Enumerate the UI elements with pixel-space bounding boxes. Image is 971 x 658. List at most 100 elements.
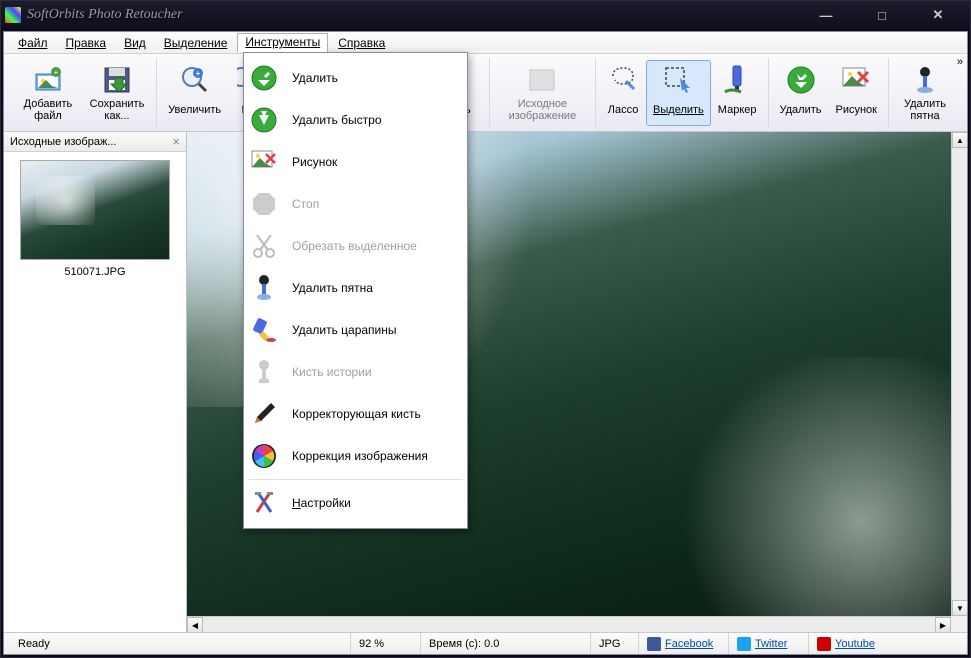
- twitter-icon: [737, 637, 751, 651]
- sidebar-tab[interactable]: Исходные изображ... ×: [4, 132, 186, 152]
- marker-icon: [721, 64, 753, 96]
- menu-edit[interactable]: Правка: [58, 34, 115, 52]
- save-as-button[interactable]: Сохранить как...: [82, 60, 152, 126]
- scroll-track[interactable]: [203, 617, 935, 632]
- settings-icon: [248, 487, 280, 519]
- original-button: Исходное изображение: [494, 60, 591, 126]
- youtube-link[interactable]: Youtube: [808, 633, 894, 654]
- vertical-scrollbar[interactable]: ▲ ▼: [951, 132, 967, 616]
- status-zoom: 92 %: [350, 633, 420, 654]
- original-label: Исходное изображение: [501, 98, 584, 122]
- zoom-icon: +: [179, 64, 211, 96]
- svg-text:+: +: [195, 69, 200, 78]
- zoom-label: Увеличить: [168, 98, 221, 122]
- scroll-corner: [951, 616, 967, 632]
- toolbar-overflow-icon[interactable]: »: [957, 56, 963, 68]
- titlebar[interactable]: SoftOrbits Photo Retoucher — □ ✕: [1, 1, 970, 29]
- statusbar: Ready 92 % Время (с): 0.0 JPG Facebook T…: [4, 632, 967, 654]
- menu-selection[interactable]: Выделение: [156, 34, 236, 52]
- scroll-left-icon[interactable]: ◀: [187, 617, 203, 632]
- close-button[interactable]: ✕: [918, 6, 958, 24]
- select-label: Выделить: [653, 98, 704, 122]
- picture-icon: [248, 146, 280, 178]
- lasso-button[interactable]: Лассо: [600, 60, 646, 126]
- spots-icon: [248, 272, 280, 304]
- status-format: JPG: [590, 633, 638, 654]
- remove-button[interactable]: Удалить: [773, 60, 829, 126]
- thumbnail-image: [20, 160, 170, 260]
- dropdown-history-brush: Кисть истории: [244, 351, 467, 393]
- scroll-down-icon[interactable]: ▼: [952, 600, 967, 616]
- minimize-button[interactable]: —: [806, 6, 846, 24]
- thumbnail-item[interactable]: 510071.JPG: [18, 160, 172, 278]
- menu-file[interactable]: Файл: [10, 34, 56, 52]
- add-file-button[interactable]: + Добавить файл: [14, 60, 82, 126]
- remove-icon: [785, 64, 817, 96]
- marker-button[interactable]: Маркер: [711, 60, 764, 126]
- color-wheel-icon: [248, 440, 280, 472]
- menu-view[interactable]: Вид: [116, 34, 154, 52]
- status-ready: Ready: [10, 633, 350, 654]
- picture-icon: [840, 64, 872, 96]
- lasso-icon: [607, 64, 639, 96]
- dropdown-remove-fast[interactable]: Удалить быстро: [244, 99, 467, 141]
- app-icon: [5, 7, 21, 23]
- status-time: Время (с): 0.0: [420, 633, 590, 654]
- save-as-label: Сохранить как...: [89, 98, 145, 122]
- add-file-icon: +: [32, 64, 64, 96]
- remove-spots-label: Удалить пятна: [900, 98, 950, 122]
- tools-dropdown: Удалить Удалить быстро Рисунок Стоп Обре…: [243, 52, 468, 529]
- dropdown-remove-scratches[interactable]: Удалить царапины: [244, 309, 467, 351]
- marker-label: Маркер: [718, 98, 757, 122]
- dropdown-image-correction[interactable]: Коррекция изображения: [244, 435, 467, 477]
- facebook-icon: [647, 637, 661, 651]
- zoom-button[interactable]: + Увеличить: [161, 60, 228, 126]
- menubar: Файл Правка Вид Выделение Инструменты Сп…: [4, 32, 967, 54]
- sidebar-body: 510071.JPG: [4, 152, 186, 632]
- remove-spots-icon: [909, 64, 941, 96]
- dropdown-separator: [248, 479, 463, 480]
- original-icon: [526, 64, 558, 96]
- toolbar: + Добавить файл Сохранить как... + Увели…: [4, 54, 967, 132]
- dropdown-remove[interactable]: Удалить: [244, 57, 467, 99]
- dropdown-settings[interactable]: ННастройкиастройки: [244, 482, 467, 524]
- sidebar-tab-close-icon[interactable]: ×: [172, 135, 180, 148]
- remove-icon: [248, 62, 280, 94]
- dropdown-picture[interactable]: Рисунок: [244, 141, 467, 183]
- select-icon: [662, 64, 694, 96]
- dropdown-stop: Стоп: [244, 183, 467, 225]
- menu-help[interactable]: Справка: [330, 34, 393, 52]
- window-controls: — □ ✕: [806, 6, 958, 24]
- app-window: SoftOrbits Photo Retoucher — □ ✕ Файл Пр…: [0, 0, 971, 658]
- window-title: SoftOrbits Photo Retoucher: [27, 7, 806, 23]
- scroll-track[interactable]: [952, 148, 967, 600]
- workspace: Исходные изображ... × 510071.JPG ▲ ▼: [4, 132, 967, 632]
- youtube-icon: [817, 637, 831, 651]
- app-body: Файл Правка Вид Выделение Инструменты Сп…: [3, 31, 968, 655]
- scratches-icon: [248, 314, 280, 346]
- dropdown-healing-brush[interactable]: Корректорующая кисть: [244, 393, 467, 435]
- twitter-link[interactable]: Twitter: [728, 633, 808, 654]
- dropdown-crop: Обрезать выделенное: [244, 225, 467, 267]
- sidebar: Исходные изображ... × 510071.JPG: [4, 132, 187, 632]
- sidebar-tab-title: Исходные изображ...: [10, 136, 116, 148]
- add-file-label: Добавить файл: [21, 98, 75, 122]
- dropdown-remove-spots[interactable]: Удалить пятна: [244, 267, 467, 309]
- remove-label: Удалить: [780, 98, 822, 122]
- facebook-link[interactable]: Facebook: [638, 633, 728, 654]
- history-brush-icon: [248, 356, 280, 388]
- maximize-button[interactable]: □: [862, 6, 902, 24]
- menu-tools[interactable]: Инструменты: [237, 33, 328, 52]
- thumbnail-filename: 510071.JPG: [64, 266, 125, 278]
- lasso-label: Лассо: [608, 98, 639, 122]
- picture-button[interactable]: Рисунок: [829, 60, 885, 126]
- scroll-up-icon[interactable]: ▲: [952, 132, 967, 148]
- select-button[interactable]: Выделить: [646, 60, 711, 126]
- save-icon: [101, 64, 133, 96]
- remove-spots-button[interactable]: Удалить пятна: [893, 60, 957, 126]
- horizontal-scrollbar[interactable]: ◀ ▶: [187, 616, 951, 632]
- stop-icon: [248, 188, 280, 220]
- remove-fast-icon: [248, 104, 280, 136]
- crop-icon: [248, 230, 280, 262]
- scroll-right-icon[interactable]: ▶: [935, 617, 951, 632]
